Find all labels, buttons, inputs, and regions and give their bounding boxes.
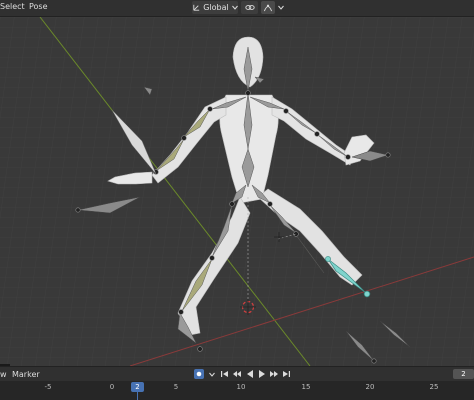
- timeline-ruler[interactable]: -5 0 5 10 15 20 25 2: [0, 381, 474, 400]
- prev-keyframe-icon: [233, 371, 241, 377]
- prev-keyframe-button[interactable]: [232, 369, 242, 379]
- chevron-down-icon: [231, 5, 238, 10]
- play-reverse-icon: [247, 370, 253, 378]
- chevron-down-icon: [209, 372, 215, 377]
- tick-label: 25: [429, 383, 439, 391]
- select-menu[interactable]: Select: [0, 2, 25, 11]
- viewport-header: Select Pose Global: [0, 0, 474, 17]
- chevron-down-icon: [277, 5, 284, 10]
- current-frame-field[interactable]: 2: [453, 369, 474, 379]
- jump-start-icon: [221, 371, 228, 377]
- timeline-marker-menu[interactable]: Marker: [12, 370, 40, 379]
- play-icon: [259, 370, 265, 378]
- proportional-edit-icon: [263, 4, 273, 12]
- proportional-edit-button[interactable]: [261, 1, 275, 14]
- viewport-grid: [0, 17, 474, 366]
- play-button[interactable]: [257, 369, 267, 379]
- tick-label: 15: [301, 383, 311, 391]
- next-keyframe-icon: [270, 371, 278, 377]
- tick-label: 20: [365, 383, 375, 391]
- timeline-view-menu[interactable]: w: [0, 370, 7, 379]
- tick-label: -5: [44, 383, 52, 391]
- record-icon: [194, 369, 204, 379]
- record-button[interactable]: [194, 369, 204, 379]
- auto-key-dropdown[interactable]: [207, 369, 217, 379]
- orientation-label: Global: [203, 3, 229, 12]
- next-keyframe-button[interactable]: [269, 369, 279, 379]
- pivot-snap-button[interactable]: [241, 1, 258, 14]
- playhead-line: [137, 392, 138, 400]
- tick-label: 0: [109, 383, 115, 391]
- jump-start-button[interactable]: [220, 369, 230, 379]
- tick-label: 5: [173, 383, 179, 391]
- playhead[interactable]: 2: [131, 382, 144, 392]
- tick-label: 10: [236, 383, 246, 391]
- global-axes-icon: [193, 4, 200, 11]
- link-chain-icon: [244, 5, 255, 10]
- pose-menu[interactable]: Pose: [29, 2, 48, 11]
- jump-end-icon: [283, 371, 290, 377]
- transform-orientation-dropdown[interactable]: Global: [192, 1, 238, 14]
- proportional-falloff-dropdown[interactable]: [276, 1, 285, 14]
- 3d-viewport[interactable]: [0, 17, 474, 366]
- jump-end-button[interactable]: [281, 369, 291, 379]
- play-reverse-button[interactable]: [245, 369, 255, 379]
- timeline-header: w Marker 2: [0, 366, 474, 381]
